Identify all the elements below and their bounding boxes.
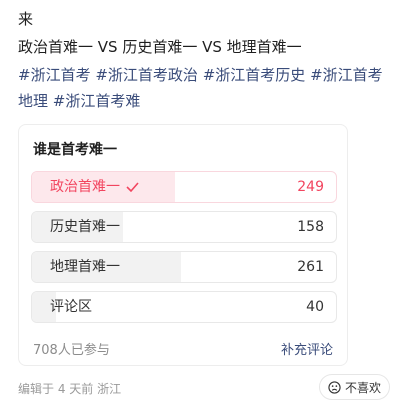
poll-option-label: 历史首难一 [50,219,120,235]
poll-option-count: 158 [297,219,324,235]
post-content: 来 政治首难一 VS 历史首难一 VS 地理首难一 #浙江首考 #浙江首考政治 … [18,8,394,114]
poll-card: 谁是首考难一 政治首难一 249 历史首难一 158 地理首难一 261 评论区… [18,124,348,366]
dislike-button[interactable]: 不喜欢 [318,374,390,400]
participant-count: 708人已参与 [33,343,110,358]
poll-option-count: 249 [297,179,324,195]
poll-option-count: 40 [306,299,324,315]
hashtag-link[interactable]: #浙江首考政治 [95,66,198,84]
poll-option-label: 评论区 [50,299,92,315]
hashtag-link[interactable]: #浙江首考难 [53,92,141,110]
poll-option-count: 261 [297,259,324,275]
poll-option-label: 政治首难一 [50,172,139,202]
add-comment-link[interactable]: 补充评论 [281,339,333,358]
poll-option[interactable]: 地理首难一 261 [31,251,337,283]
dislike-label: 不喜欢 [344,380,381,395]
hashtag-link[interactable]: #浙江首考历史 [203,66,306,84]
post-title: 政治首难一 VS 历史首难一 VS 地理首难一 [18,38,302,56]
poll-option[interactable]: 评论区 40 [31,291,337,323]
post-tags: #浙江首考 #浙江首考政治 #浙江首考历史 #浙江首考地理 #浙江首考难 [18,62,394,114]
poll-option[interactable]: 政治首难一 249 [31,171,337,203]
frown-face-icon [328,380,341,394]
poll-option[interactable]: 历史首难一 158 [31,211,337,243]
hashtag-link[interactable]: #浙江首考 [18,66,91,84]
check-icon [126,182,139,192]
poll-title: 谁是首考难一 [33,142,117,158]
edit-info: 编辑于 4 天前 浙江 [18,382,122,396]
poll-option-label: 地理首难一 [50,259,120,275]
post-text: 来 [18,10,34,28]
